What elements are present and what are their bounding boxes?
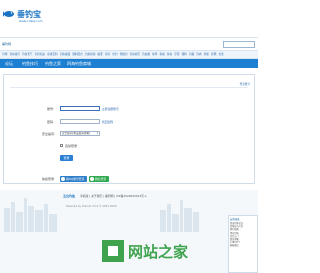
search-input[interactable] — [223, 41, 255, 48]
chevron-down-icon: ▾ — [96, 132, 98, 135]
subnav-item[interactable]: 浮漂 — [174, 51, 179, 58]
subnav-item[interactable]: 支架 — [219, 51, 224, 58]
subnav-item[interactable]: 钓鱼新闻 — [85, 51, 95, 58]
svg-text:网站之家: 网站之家 — [128, 243, 188, 261]
subnav-item[interactable]: 鱼类百科 — [47, 51, 57, 58]
subnav-item[interactable]: 鱼竿 — [152, 51, 157, 58]
subnav-item[interactable]: 钓鱼天气 — [22, 51, 32, 58]
subnav-item[interactable]: 鱼线 — [160, 51, 165, 58]
forgot-password-link[interactable]: 找回密码 — [102, 120, 113, 124]
wechat-icon — [90, 177, 94, 181]
subnav-item[interactable]: 钓箱 — [189, 51, 194, 58]
main-navigation: 论坛 钓鱼技巧 钓鱼之家 四海钓鱼商城 — [0, 59, 258, 68]
nav-item-fishing-tips[interactable]: 钓鱼技巧 — [22, 59, 38, 68]
footer-copyright: Powered by Discuz! X3.4 © 2001-2020 — [66, 205, 117, 208]
subnav-item[interactable]: 抄网 — [211, 51, 216, 58]
subnav-item[interactable]: 钓鱼技巧 — [10, 51, 20, 58]
site-header: 垂钓宝 www.cdsky.com — [0, 0, 258, 37]
qq-icon — [61, 177, 65, 181]
side-panel: 友情链接 四海钓鱼论坛 钓鱼技巧大全 野钓攻略 黑坑钓鱼 台钓入门 联系邮箱 1… — [228, 215, 258, 273]
remember-checkbox[interactable] — [60, 144, 63, 147]
nav-item-forum[interactable]: 论坛 — [5, 59, 13, 68]
side-panel-title: 友情链接 — [230, 218, 240, 221]
subnav-item[interactable]: 鱼钩 — [167, 51, 172, 58]
nav-item-fishing-home[interactable]: 钓鱼之家 — [45, 59, 61, 68]
password-input[interactable] — [60, 119, 100, 124]
watermark-logo: 网站之家 — [102, 240, 188, 262]
side-panel-line: 客服微信 — [230, 244, 239, 248]
breadcrumb[interactable]: 登录账号 — [240, 82, 250, 86]
nav-item-mall[interactable]: 四海钓鱼商城 — [67, 59, 91, 68]
divider — [10, 87, 248, 88]
subnav-item[interactable]: 钓椅 — [196, 51, 201, 58]
subnav-item[interactable]: 台钓 — [112, 51, 117, 58]
wechat-login-button[interactable]: 微信登录 — [89, 176, 109, 182]
subnav-item[interactable]: 钓场 — [2, 51, 7, 58]
site-logo[interactable]: 垂钓宝 www.cdsky.com — [3, 6, 63, 24]
fish-logo-icon — [3, 11, 14, 17]
subnav-item[interactable]: 海钓 — [105, 51, 110, 58]
sub-navigation: 钓场 钓鱼技巧 钓鱼天气 钓具知识 鱼类百科 钓鱼视频 饵料配方 钓鱼新闻 路亚 海钓 台钓 传统钓钓… — [0, 51, 258, 59]
top-bar-title[interactable]: 垂钓网 — [2, 42, 11, 46]
subnav-item[interactable]: 钓鱼视频 — [60, 51, 70, 58]
subnav-item[interactable]: 饵料 — [182, 51, 187, 58]
top-bar: 垂钓网 — [0, 37, 258, 51]
security-label: 安全提问: — [42, 132, 56, 136]
remember-label: 自动登录 — [65, 144, 78, 148]
login-panel: 登录账号 账号: 立即注册账号 密码: 找回密码 安全提问: 安全提问(未设置请… — [3, 74, 255, 184]
security-question-select[interactable]: 安全提问(未设置请忽略) ▾ — [60, 131, 100, 136]
register-link[interactable]: 立即注册账号 — [102, 107, 119, 111]
username-input[interactable] — [60, 106, 100, 111]
wechat-login-label: 微信登录 — [95, 177, 107, 181]
subnav-item[interactable]: 钓友圈 — [142, 51, 150, 58]
quick-login-label: 快捷登录: — [42, 177, 56, 181]
subnav-item[interactable]: 渔轮 — [204, 51, 209, 58]
subnav-item[interactable]: 钓鱼社区 — [130, 51, 140, 58]
login-button[interactable]: 登录 — [60, 155, 73, 161]
qq-login-button[interactable]: 用QQ账号登录 — [60, 176, 87, 182]
subnav-item[interactable]: 饵料配方 — [72, 51, 82, 58]
footer-logo: 五台钓鱼 — [63, 194, 76, 198]
subnav-item[interactable]: 传统钓 — [120, 51, 128, 58]
subnav-item[interactable]: 路亚 — [98, 51, 103, 58]
footer-links[interactable]: 手机版 | 关于我们 | 垂钓网 | ICP备2020042013号-1 — [80, 194, 147, 198]
logo-url: www.cdsky.com — [19, 19, 43, 23]
security-select-value: 安全提问(未设置请忽略) — [62, 132, 90, 135]
password-label: 密码: — [47, 120, 55, 124]
qq-login-label: 用QQ账号登录 — [66, 177, 85, 181]
username-label: 账号: — [47, 107, 55, 111]
subnav-item[interactable]: 钓具知识 — [35, 51, 45, 58]
